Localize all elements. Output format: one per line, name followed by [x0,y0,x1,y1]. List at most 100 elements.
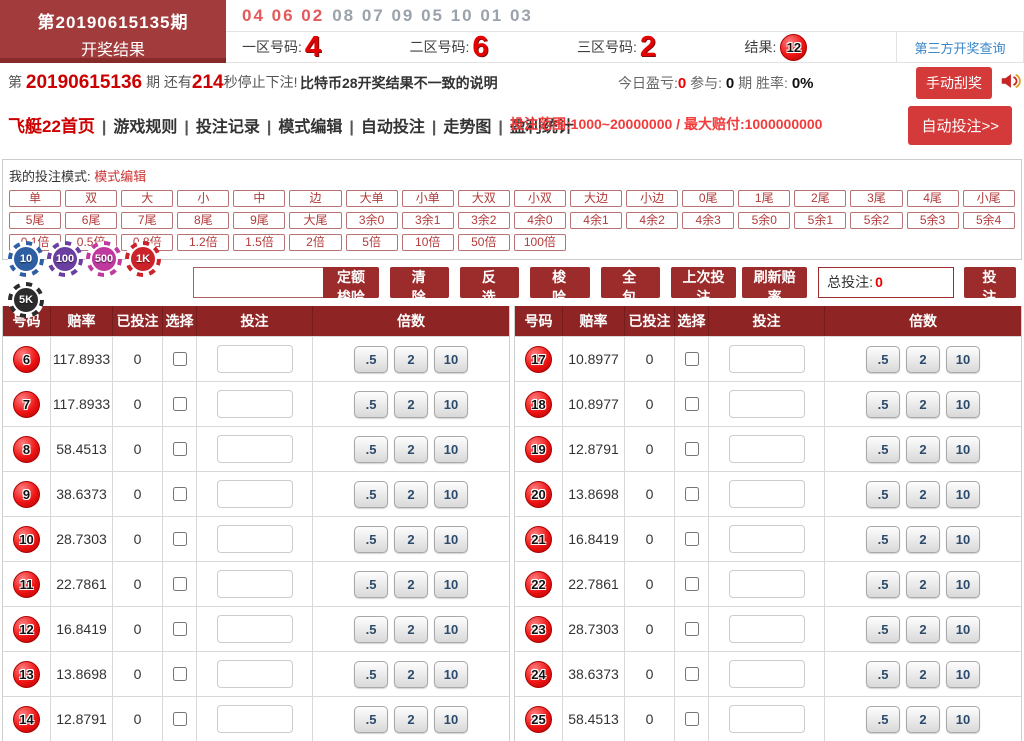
select-checkbox[interactable] [685,667,699,681]
select-checkbox[interactable] [685,397,699,411]
multiplier-button[interactable]: 2 [394,706,428,733]
multiplier-button[interactable]: 10 [434,481,468,508]
mode-button[interactable]: 中 [233,190,285,207]
multiplier-button[interactable]: .5 [354,616,388,643]
multiplier-button[interactable]: .5 [354,481,388,508]
mode-button[interactable]: 小 [177,190,229,207]
multiplier-button[interactable]: 2 [906,616,940,643]
multiplier-button[interactable]: 2 [394,661,428,688]
bet-input[interactable] [217,525,293,553]
mode-button[interactable]: 3余0 [346,212,398,229]
mode-button[interactable]: 2尾 [794,190,846,207]
mode-button[interactable]: 3尾 [850,190,902,207]
bet-input[interactable] [729,480,805,508]
bet-submit-button[interactable]: 投注 [964,267,1016,298]
multiplier-button[interactable]: 10 [434,436,468,463]
bet-input[interactable] [217,570,293,598]
mode-button[interactable]: 单 [9,190,61,207]
invert-select-button[interactable]: 反 选 [460,267,519,298]
select-checkbox[interactable] [685,442,699,456]
bet-input[interactable] [729,615,805,643]
select-checkbox[interactable] [685,532,699,546]
multiplier-button[interactable]: 10 [434,661,468,688]
mode-button[interactable]: 大尾 [289,212,341,229]
mode-button[interactable]: 5余2 [850,212,902,229]
refresh-odds-button[interactable]: 刷新赔率 [742,267,807,298]
multiplier-button[interactable]: 10 [434,571,468,598]
select-checkbox[interactable] [173,622,187,636]
multiplier-button[interactable]: .5 [866,346,900,373]
select-checkbox[interactable] [173,397,187,411]
bet-input[interactable] [729,435,805,463]
auto-bet-button[interactable]: 自动投注>> [908,106,1012,145]
multiplier-button[interactable]: .5 [354,706,388,733]
mode-button[interactable]: 4余3 [682,212,734,229]
mode-button[interactable]: 边 [289,190,341,207]
mode-button[interactable]: 1.5倍 [233,234,285,251]
multiplier-button[interactable]: .5 [354,526,388,553]
mode-button[interactable]: 5倍 [346,234,398,251]
mode-button[interactable]: 大单 [346,190,398,207]
bet-input[interactable] [217,345,293,373]
mode-button[interactable]: 大双 [458,190,510,207]
multiplier-button[interactable]: .5 [866,616,900,643]
multiplier-button[interactable]: 10 [946,571,980,598]
multiplier-button[interactable]: 10 [946,661,980,688]
mode-button[interactable]: 100倍 [514,234,566,251]
bet-input[interactable] [729,525,805,553]
multiplier-button[interactable]: .5 [866,481,900,508]
mode-button[interactable]: 1.2倍 [177,234,229,251]
mode-button[interactable]: 1尾 [738,190,790,207]
mode-button[interactable]: 小双 [514,190,566,207]
mode-button[interactable]: 4余0 [514,212,566,229]
clear-button[interactable]: 清 除 [390,267,449,298]
multiplier-button[interactable]: 10 [434,706,468,733]
select-checkbox[interactable] [173,577,187,591]
nav-link-5[interactable]: 走势图 [443,119,491,136]
bet-input[interactable] [729,660,805,688]
multiplier-button[interactable]: .5 [354,436,388,463]
multiplier-button[interactable]: 2 [906,481,940,508]
chip-10[interactable]: 10 [8,241,44,277]
mode-button[interactable]: 0尾 [682,190,734,207]
bet-input[interactable] [217,615,293,643]
mode-button[interactable]: 双 [65,190,117,207]
multiplier-button[interactable]: 10 [434,391,468,418]
multiplier-button[interactable]: .5 [866,706,900,733]
mode-button[interactable]: 小尾 [963,190,1015,207]
multiplier-button[interactable]: 2 [394,391,428,418]
mode-button[interactable]: 4余1 [570,212,622,229]
mode-button[interactable]: 4尾 [907,190,959,207]
multiplier-button[interactable]: 2 [906,391,940,418]
multiplier-button[interactable]: .5 [866,526,900,553]
multiplier-button[interactable]: .5 [354,391,388,418]
last-bet-button[interactable]: 上次投注 [671,267,736,298]
fixed-allin-button[interactable]: 定额梭哈 [323,267,379,298]
multiplier-button[interactable]: 2 [394,346,428,373]
bet-input[interactable] [729,570,805,598]
mode-button[interactable]: 50倍 [458,234,510,251]
select-checkbox[interactable] [685,352,699,366]
bet-input[interactable] [729,390,805,418]
bet-input[interactable] [729,345,805,373]
mode-button[interactable]: 6尾 [65,212,117,229]
mode-button[interactable]: 5余0 [738,212,790,229]
multiplier-button[interactable]: 2 [906,526,940,553]
mode-button[interactable]: 小单 [402,190,454,207]
multiplier-button[interactable]: 2 [394,436,428,463]
select-checkbox[interactable] [173,487,187,501]
select-checkbox[interactable] [685,712,699,726]
bet-input[interactable] [217,480,293,508]
chip-5K[interactable]: 5K [8,282,44,318]
multiplier-button[interactable]: 10 [946,706,980,733]
multiplier-button[interactable]: .5 [866,391,900,418]
multiplier-button[interactable]: 2 [394,526,428,553]
multiplier-button[interactable]: 2 [906,661,940,688]
bet-input[interactable] [217,705,293,733]
select-checkbox[interactable] [685,487,699,501]
multiplier-button[interactable]: 2 [394,481,428,508]
multiplier-button[interactable]: 10 [946,616,980,643]
mode-button[interactable]: 5余4 [963,212,1015,229]
chip-100[interactable]: 100 [47,241,83,277]
mode-button[interactable]: 大 [121,190,173,207]
